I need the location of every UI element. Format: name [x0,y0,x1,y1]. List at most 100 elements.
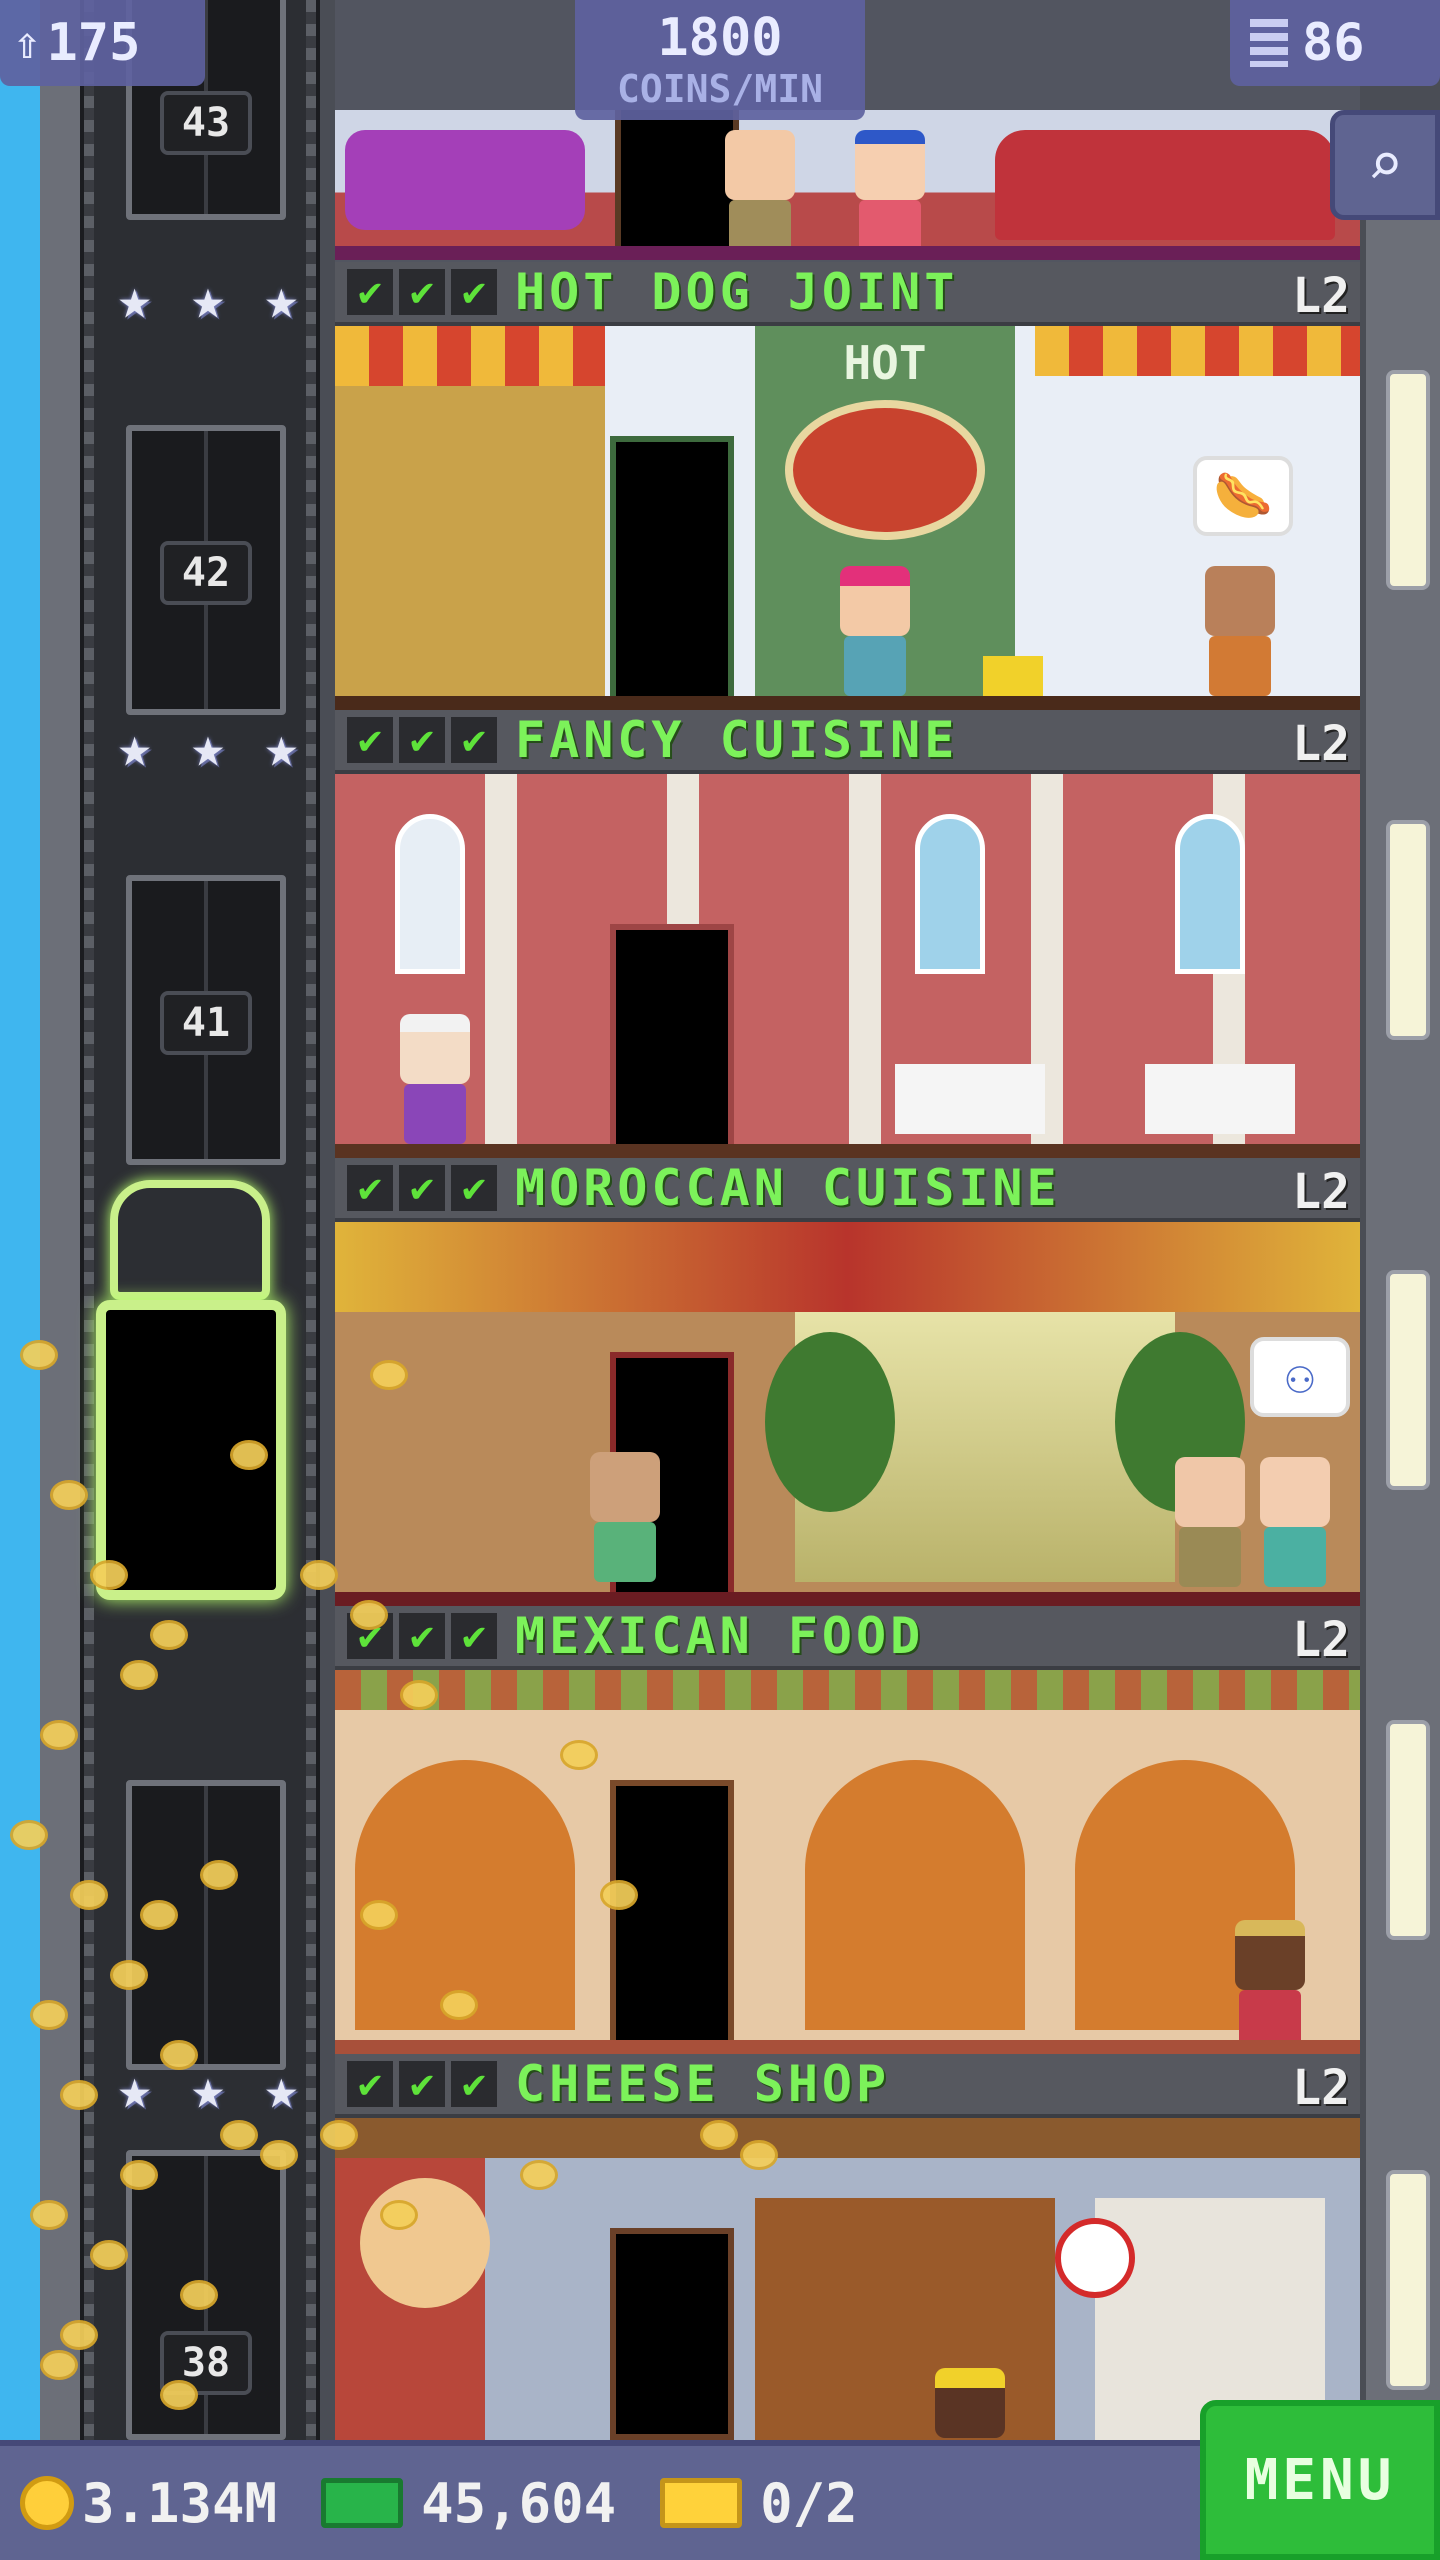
tenant[interactable] [590,1452,660,1582]
falling-coin-icon[interactable] [160,2380,198,2410]
cheese-wheel-sign [360,2178,490,2308]
falling-coin-icon[interactable] [30,2000,68,2030]
falling-coin-icon[interactable] [30,2200,68,2230]
star-icon: ★ [191,715,225,780]
falling-coin-icon[interactable] [120,2160,158,2190]
room-door [610,436,734,710]
floor-name: MOROCCAN CUISINE [515,1159,1061,1217]
falling-coin-icon[interactable] [260,2140,298,2170]
falling-coin-icon[interactable] [440,1990,478,2020]
floor-hot-dog-joint[interactable]: ✔ ✔ ✔ HOT DOG JOINT L2 HOT 🌭 [335,262,1360,710]
coins-rate-unit: COINS/MIN [617,67,823,111]
checkmark-icon: ✔ [399,717,445,763]
tower-right-edge [1360,220,1440,2440]
falling-coin-icon[interactable] [370,1360,408,1390]
population-counter[interactable]: ⇧ 175 [0,0,205,86]
no-smoking-sign [1055,2218,1135,2298]
thought-bubble[interactable]: 🌭 [1193,456,1293,536]
checkmark-icon: ✔ [451,2061,497,2107]
falling-coin-icon[interactable] [150,1620,188,1650]
falling-coin-icon[interactable] [70,1880,108,1910]
hot-sign-text: HOT [843,336,927,390]
tenant[interactable] [1205,566,1275,696]
floor-level: L2 [1292,716,1350,772]
star-icon: ★ [117,267,152,332]
tenant[interactable] [725,130,795,260]
window [1175,814,1245,974]
checkmark-icon: ✔ [347,2061,393,2107]
falling-coin-icon[interactable] [60,2080,98,2110]
room-interior: HOT 🌭 [335,326,1360,710]
floor-moroccan-cuisine[interactable]: ✔ ✔ ✔ MOROCCAN CUISINE L2 ⚇ [335,1158,1360,1606]
thought-bubble[interactable]: ⚇ [1250,1337,1350,1417]
floor-level: L2 [1292,1164,1350,1220]
floor-fancy-cuisine[interactable]: ✔ ✔ ✔ FANCY CUISINE L2 [335,710,1360,1158]
awning [335,326,605,386]
falling-coin-icon[interactable] [200,1860,238,1890]
floor-title-bar: ✔ ✔ ✔ MOROCCAN CUISINE L2 [335,1158,1360,1222]
falling-coin-icon[interactable] [360,1900,398,1930]
window [1386,1720,1430,1940]
falling-coin-icon[interactable] [50,1480,88,1510]
falling-coin-icon[interactable] [380,2200,418,2230]
tenant[interactable] [1175,1457,1245,1587]
floor-base [335,246,1360,260]
window [1386,370,1430,590]
booth-seat [345,130,585,230]
falling-coin-icon[interactable] [140,1900,178,1930]
checkmark-icon: ✔ [451,269,497,315]
star-icon: ★ [117,715,152,780]
tenant[interactable] [400,1014,470,1144]
falling-coin-icon[interactable] [220,2120,258,2150]
floor-counter[interactable]: 86 [1230,0,1440,86]
dining-table [895,1064,1045,1134]
golden-ticket-icon [660,2478,743,2528]
checkmark-icon: ✔ [399,269,445,315]
falling-coin-icon[interactable] [60,2320,98,2350]
falling-coin-icon[interactable] [230,1440,268,1470]
falling-coin-icon[interactable] [10,1820,48,1850]
checkmark-icon: ✔ [451,1165,497,1211]
floor-diner-partial[interactable] [335,110,1360,260]
falling-coin-icon[interactable] [90,1560,128,1590]
falling-coin-icon[interactable] [40,2350,78,2380]
floor-level: L2 [1292,2060,1350,2116]
falling-coin-icon[interactable] [300,1560,338,1590]
falling-coin-icon[interactable] [160,2040,198,2070]
falling-coin-icon[interactable] [560,1740,598,1770]
floor-title-bar: ✔ ✔ ✔ FANCY CUISINE L2 [335,710,1360,774]
tenant[interactable] [935,2368,1005,2438]
falling-coin-icon[interactable] [740,2140,778,2170]
falling-coin-icon[interactable] [90,2240,128,2270]
falling-coin-icon[interactable] [20,1340,58,1370]
falling-coin-icon[interactable] [120,1660,158,1690]
tenant[interactable] [840,566,910,696]
falling-coin-icon[interactable] [320,2120,358,2150]
falling-coin-icon[interactable] [700,2120,738,2150]
falling-coin-icon[interactable] [40,1720,78,1750]
tenant[interactable] [1260,1457,1330,1587]
window [1386,820,1430,1040]
floor-title-bar: ✔ ✔ ✔ CHEESE SHOP L2 [335,2054,1360,2118]
tenant[interactable] [1235,1920,1305,2050]
floor-cheese-shop[interactable]: ✔ ✔ ✔ CHEESE SHOP L2 [335,2054,1360,2440]
room-interior: ⚇ [335,1222,1360,1606]
falling-coin-icon[interactable] [110,1960,148,1990]
falling-coin-icon[interactable] [600,1880,638,1910]
floor-mexican-food[interactable]: ✔ ✔ ✔ MEXICAN FOOD L2 [335,1606,1360,2054]
elevator-door-42: 42 [126,425,286,715]
falling-coin-icon[interactable] [180,2280,218,2310]
checkmark-icon: ✔ [399,2061,445,2107]
tenant[interactable] [855,130,925,260]
elevator-door-41: 41 [126,875,286,1165]
menu-button[interactable]: MENU [1200,2400,1440,2560]
floor-name: CHEESE SHOP [515,2055,891,2113]
coins-value: 3.134M [82,2471,278,2535]
window [395,814,465,974]
falling-coin-icon[interactable] [400,1680,438,1710]
falling-coin-icon[interactable] [350,1600,388,1630]
room-door [610,924,734,1158]
search-button[interactable]: ⌕ [1330,110,1440,220]
falling-coin-icon[interactable] [520,2160,558,2190]
window [1386,1270,1430,1490]
